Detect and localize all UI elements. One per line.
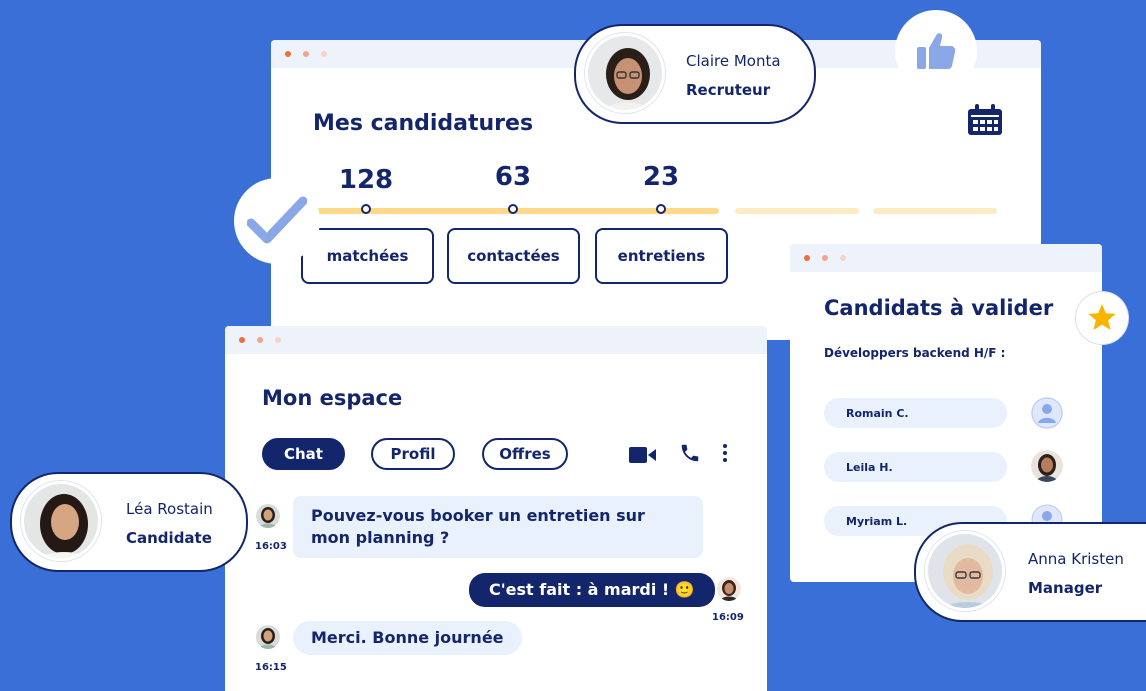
window-dot [275,337,281,343]
validation-title: Candidats à valider [824,296,1054,320]
profile-card-candidate: Léa Rostain Candidate [10,472,248,572]
message-time: 16:09 [712,612,744,623]
user-placeholder-icon [1031,397,1063,429]
stat-contacted-button[interactable]: contactées [447,228,580,284]
candidate-item[interactable]: Leila H. [824,452,1007,482]
window-dot [804,255,810,261]
profile-name: Léa Rostain [126,500,213,518]
avatar [717,577,741,601]
profile-role: Manager [1028,579,1103,597]
avatar [256,504,280,528]
workspace-window: Mon espace Chat Profil Offres 16:03 Pouv… [225,326,767,691]
window-dot [285,51,291,57]
progress-node [508,204,518,214]
candidate-item[interactable]: Romain C. [824,398,1007,428]
thumbs-up-badge [895,10,977,92]
window-titlebar [790,244,1102,272]
chat-message: Pouvez-vous booker un entretien sur mon … [293,496,703,558]
window-dot [303,51,309,57]
window-dot [239,337,245,343]
thumbs-up-icon [917,33,956,69]
avatar [256,625,280,649]
profile-name: Claire Monta [686,52,781,70]
video-icon[interactable] [629,446,657,464]
chat-message-sent: C'est fait : à mardi ! 🙂 [469,573,715,607]
progress-bar-pending [873,208,997,214]
progress-node [361,204,371,214]
avatar [925,531,1005,611]
check-icon [247,196,307,244]
phone-icon[interactable] [679,442,701,464]
tab-chat[interactable]: Chat [262,438,345,470]
window-titlebar [225,326,767,354]
stat-interviews-value: 23 [642,162,680,192]
window-dot [822,255,828,261]
star-badge [1076,292,1128,344]
more-vertical-icon[interactable] [722,443,728,463]
progress-node [656,204,666,214]
avatar [1031,450,1063,482]
workspace-title: Mon espace [262,386,403,410]
window-dot [321,51,327,57]
star-icon [1088,304,1116,330]
tab-offres[interactable]: Offres [482,438,568,470]
stat-interviews-button[interactable]: entretiens [595,228,728,284]
progress-bar-pending [735,208,859,214]
applications-title: Mes candidatures [313,111,534,136]
stat-matched-button[interactable]: matchées [301,228,434,284]
avatar [585,33,665,113]
message-time: 16:03 [255,541,287,552]
profile-role: Candidate [126,529,212,547]
window-dot [840,255,846,261]
window-dot [257,337,263,343]
profile-name: Anna Kristen [1028,550,1124,568]
stat-matched-value: 128 [338,165,394,195]
validation-subtitle: Développers backend H/F : [824,346,1006,360]
chat-message: Merci. Bonne journée [293,621,522,655]
tab-profil[interactable]: Profil [371,438,455,470]
profile-card-manager: Anna Kristen Manager [914,522,1146,622]
calendar-icon[interactable] [967,104,1003,136]
avatar [21,481,101,561]
profile-role: Recruteur [686,81,771,99]
profile-card-recruiter: Claire Monta Recruteur [574,24,816,124]
message-time: 16:15 [255,662,287,673]
check-badge [234,178,320,264]
stat-contacted-value: 63 [494,162,532,192]
